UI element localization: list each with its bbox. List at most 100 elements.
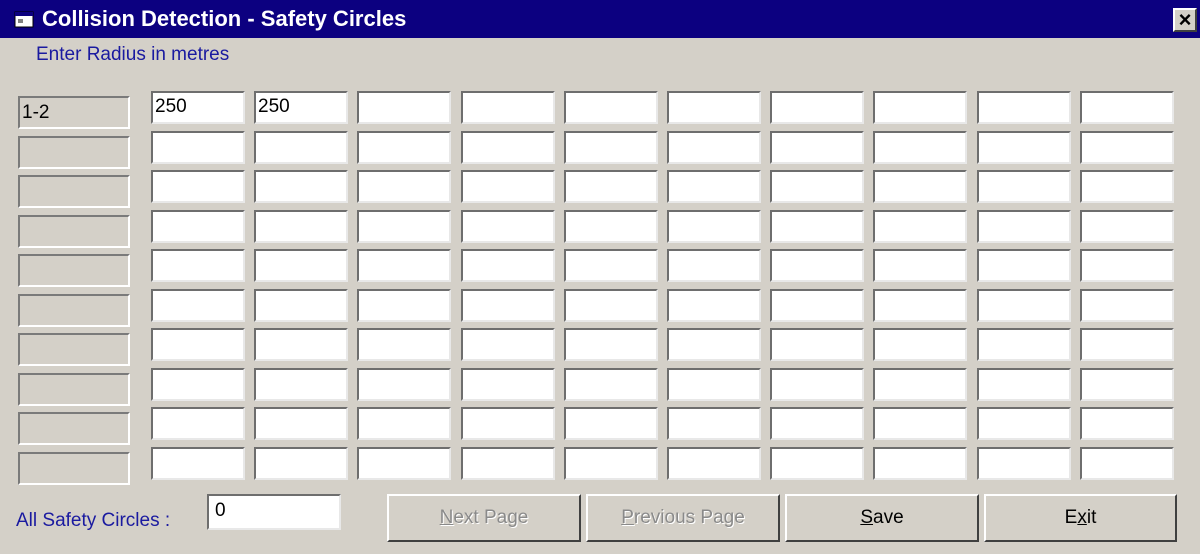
radius-input[interactable] [151,407,245,440]
radius-input[interactable] [873,210,967,243]
radius-input[interactable] [564,210,658,243]
close-icon[interactable]: × [1173,8,1197,32]
radius-input[interactable] [151,249,245,282]
radius-input[interactable] [254,170,348,203]
save-button[interactable]: Save [785,494,979,542]
radius-input[interactable] [1080,368,1174,401]
radius-input[interactable] [770,210,864,243]
radius-input[interactable] [873,249,967,282]
radius-input[interactable] [254,328,348,361]
radius-input[interactable] [1080,210,1174,243]
exit-button[interactable]: Exit [984,494,1177,542]
radius-input[interactable] [667,289,761,322]
radius-input[interactable] [461,91,555,124]
radius-input[interactable] [254,289,348,322]
radius-input[interactable] [461,328,555,361]
radius-input[interactable] [564,249,658,282]
radius-input[interactable] [1080,289,1174,322]
radius-input[interactable] [357,170,451,203]
radius-input[interactable] [461,249,555,282]
radius-input[interactable] [977,289,1071,322]
radius-input[interactable] [977,368,1071,401]
radius-input[interactable] [977,91,1071,124]
radius-input[interactable] [461,131,555,164]
radius-input[interactable] [564,91,658,124]
radius-input[interactable]: 250 [254,91,348,124]
radius-input[interactable] [254,131,348,164]
radius-input[interactable] [1080,131,1174,164]
radius-input[interactable] [1080,328,1174,361]
radius-input[interactable] [254,210,348,243]
radius-input[interactable] [564,170,658,203]
radius-input[interactable] [357,249,451,282]
radius-input[interactable] [770,91,864,124]
radius-input[interactable] [151,328,245,361]
radius-input[interactable] [357,210,451,243]
radius-input[interactable] [667,170,761,203]
radius-input[interactable] [357,407,451,440]
radius-input[interactable] [564,289,658,322]
radius-input[interactable] [873,131,967,164]
radius-input[interactable] [977,447,1071,480]
radius-input[interactable] [977,407,1071,440]
radius-input[interactable] [977,210,1071,243]
radius-input[interactable] [873,368,967,401]
radius-input[interactable] [254,249,348,282]
radius-input[interactable] [254,407,348,440]
radius-input[interactable] [564,447,658,480]
radius-input[interactable] [564,407,658,440]
radius-input[interactable] [770,289,864,322]
radius-input[interactable] [151,170,245,203]
radius-input[interactable] [667,328,761,361]
radius-input[interactable] [667,407,761,440]
radius-input[interactable] [667,249,761,282]
radius-input[interactable] [461,170,555,203]
radius-input[interactable] [770,249,864,282]
radius-input[interactable] [254,447,348,480]
radius-input[interactable] [873,289,967,322]
all-safety-circles-input[interactable]: 0 [207,494,341,530]
radius-input[interactable] [770,368,864,401]
radius-input[interactable] [254,368,348,401]
radius-input[interactable] [873,91,967,124]
radius-input[interactable] [564,328,658,361]
radius-input[interactable] [151,447,245,480]
radius-input[interactable] [461,210,555,243]
radius-input[interactable] [770,447,864,480]
radius-input[interactable] [770,407,864,440]
radius-input[interactable] [977,249,1071,282]
radius-input[interactable]: 250 [151,91,245,124]
radius-input[interactable] [1080,91,1174,124]
radius-input[interactable] [151,131,245,164]
radius-input[interactable] [977,328,1071,361]
radius-input[interactable] [770,170,864,203]
radius-input[interactable] [770,328,864,361]
radius-input[interactable] [151,210,245,243]
radius-input[interactable] [667,368,761,401]
previous-page-button[interactable]: Previous Page [586,494,780,542]
radius-input[interactable] [873,447,967,480]
radius-input[interactable] [357,447,451,480]
radius-input[interactable] [357,289,451,322]
radius-input[interactable] [461,447,555,480]
radius-input[interactable] [873,328,967,361]
radius-input[interactable] [357,91,451,124]
radius-input[interactable] [667,210,761,243]
radius-input[interactable] [667,131,761,164]
radius-input[interactable] [357,328,451,361]
radius-input[interactable] [151,368,245,401]
radius-input[interactable] [977,131,1071,164]
radius-input[interactable] [461,289,555,322]
radius-input[interactable] [461,368,555,401]
radius-input[interactable] [667,447,761,480]
radius-input[interactable] [873,170,967,203]
radius-input[interactable] [1080,407,1174,440]
next-page-button[interactable]: Next Page [387,494,581,542]
radius-input[interactable] [564,368,658,401]
radius-input[interactable] [151,289,245,322]
radius-input[interactable] [1080,249,1174,282]
title-bar[interactable]: Collision Detection - Safety Circles × [0,0,1200,38]
radius-input[interactable] [564,131,658,164]
radius-input[interactable] [461,407,555,440]
radius-input[interactable] [873,407,967,440]
